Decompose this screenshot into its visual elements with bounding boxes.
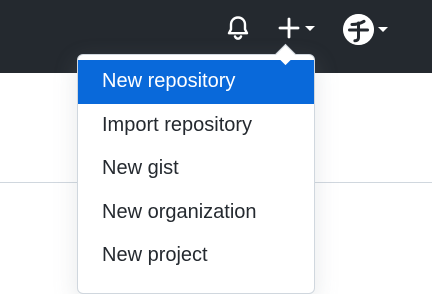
menu-item-import-repository[interactable]: Import repository: [78, 104, 314, 148]
menu-item-new-organization[interactable]: New organization: [78, 191, 314, 235]
avatar-glyph-icon: [342, 13, 374, 45]
menu-item-new-repository[interactable]: New repository: [78, 60, 314, 104]
bell-icon: [227, 16, 249, 40]
create-new-button[interactable]: [273, 14, 319, 42]
menu-item-new-gist[interactable]: New gist: [78, 147, 314, 191]
plus-icon: [278, 17, 300, 39]
notifications-button[interactable]: [224, 14, 252, 42]
create-new-dropdown-menu: New repository Import repository New gis…: [77, 54, 315, 294]
user-menu-button[interactable]: [339, 12, 391, 46]
avatar: [342, 13, 374, 45]
chevron-down-icon: [305, 25, 315, 31]
chevron-down-icon: [377, 26, 388, 32]
menu-item-new-project[interactable]: New project: [78, 234, 314, 278]
